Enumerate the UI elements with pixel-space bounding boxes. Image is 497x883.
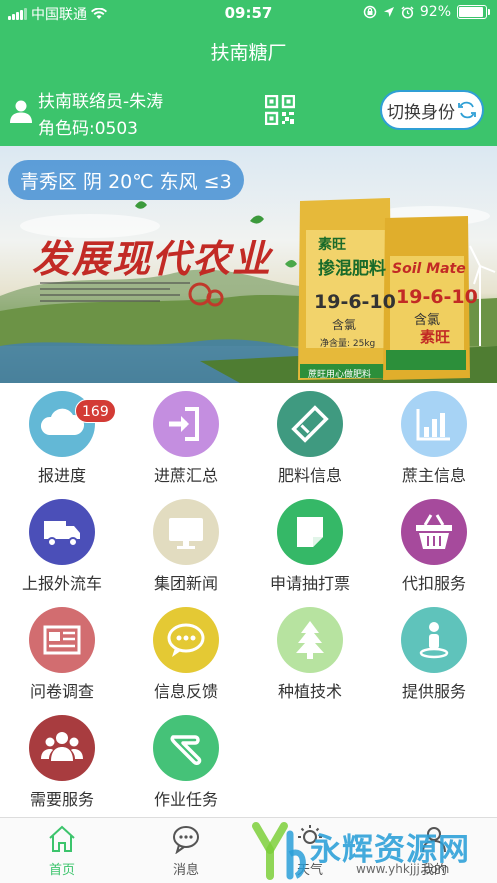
grid-item-label: 信息反馈 [153,682,218,701]
grid-item[interactable]: 问卷调查 [0,599,124,707]
grid-item-circle [153,391,219,457]
grid-item[interactable]: 集团新闻 [124,491,248,599]
grid-item[interactable]: 需要服务 [0,707,124,815]
ticket-icon [291,405,329,443]
watermark: 永辉资源网 www.yhkjjj.com [248,820,497,883]
grid-item[interactable]: 作业任务 [124,707,248,815]
grid-item[interactable]: 上报外流车 [0,491,124,599]
nav-label-home: 首页 [48,863,75,878]
grid-item-circle [401,607,467,673]
product-footer: 蔗旺用心做肥料 [308,370,372,380]
grid-item-circle [29,715,95,781]
person-pin-icon [419,622,449,659]
product-weight: 净含量: 25kg [320,339,376,349]
grid-item-circle [153,499,219,565]
grid-item[interactable]: 肥料信息 [248,383,372,491]
alarm-icon [401,5,414,19]
count-badge: 169 [75,399,116,423]
battery-icon [457,5,490,19]
grid-item-circle [153,715,219,781]
nav-label-message: 消息 [172,863,199,878]
grid-item-label: 申请抽打票 [269,574,350,593]
app-header: 扶南糖厂 扶南联络员-朱涛 角色码:0503 切换身份 [0,26,497,146]
grid-item-label: 代扣服务 [401,574,466,593]
role-code: 角色码:0503 [38,119,138,139]
note-icon [297,517,323,547]
tree-icon [296,621,324,659]
home-icon [49,825,75,852]
grid-item-circle [277,499,343,565]
product-name: 掺混肥料 [318,259,386,279]
switch-identity-button[interactable]: 切换身份 [380,90,484,130]
grid-item-circle [153,607,219,673]
grid-item-label: 集团新闻 [153,574,218,593]
status-right: 92% [363,4,490,20]
watermark-logo [252,822,306,880]
grid-item-label: 提供服务 [401,682,466,701]
user-icon [10,100,32,123]
banner-slogan: 发展现代农业 [32,236,273,281]
product-formula-2: 19-6-10 [396,286,478,308]
location-icon [383,7,394,17]
grid-item[interactable]: 信息反馈 [124,599,248,707]
hand-icon [170,735,202,765]
refresh-icon [458,101,476,119]
grid-item-label: 需要服务 [29,790,94,809]
grid-item-label: 问卷调查 [29,682,94,701]
grid-item-circle [401,391,467,457]
grid-item[interactable]: 代扣服务 [372,491,496,599]
product-brand-2: 素旺 [420,328,451,346]
grid-item-label: 肥料信息 [277,466,342,485]
grid-item[interactable]: 169 报进度 [0,383,124,491]
grid-item[interactable]: 蔗主信息 [372,383,496,491]
truck-icon [44,521,80,547]
product-brand-en: Soil Mate [392,261,466,277]
weather-badge: 青秀区 阴 20℃ 东风 ≤3 [8,160,244,200]
promo-banner[interactable]: 青秀区 阴 20℃ 东风 ≤3 发展现代农业 素旺 掺混肥料 19-6-10 含… [0,146,497,383]
grid-item-circle [277,391,343,457]
grid-item-circle [277,607,343,673]
grid-item-label: 进蔗汇总 [153,466,218,485]
grid-item[interactable]: 种植技术 [248,599,372,707]
nav-item-message[interactable]: 消息 [124,818,248,883]
grid-item[interactable]: 申请抽打票 [248,491,372,599]
user-name: 扶南联络员-朱涛 [38,92,164,112]
bar-chart-icon [416,409,450,441]
grid-item[interactable]: 提供服务 [372,599,496,707]
product-formula: 19-6-10 [314,291,396,313]
grid-item[interactable]: 进蔗汇总 [124,383,248,491]
grid-item-label: 蔗主信息 [401,466,466,485]
grid-item-label: 种植技术 [277,682,342,701]
grid-item-label: 作业任务 [153,790,218,809]
page-title: 扶南糖厂 [210,42,287,64]
battery-percent: 92% [419,4,451,20]
monitor-icon [169,518,203,549]
grid-item-label: 报进度 [37,466,86,485]
basket-icon [416,514,452,549]
grid-item-label: 上报外流车 [21,574,102,593]
watermark-url: www.yhkjjj.com [356,862,450,876]
product-brand: 素旺 [318,237,346,253]
status-bar: 中国联通 09:57 92% [0,0,497,26]
login-arrow-icon [169,407,199,441]
chat-icon [167,623,205,657]
grid-item-circle [29,607,95,673]
newspaper-icon [43,625,81,655]
qr-code-icon[interactable] [265,95,295,125]
rotation-lock-icon [363,5,377,19]
product-note: 含氯 [332,318,357,332]
switch-identity-label: 切换身份 [387,102,455,123]
message-icon [173,826,199,854]
grid-item-circle [29,499,95,565]
grid-item-circle [401,499,467,565]
nav-item-home[interactable]: 首页 [0,818,124,883]
group-icon [41,732,83,761]
